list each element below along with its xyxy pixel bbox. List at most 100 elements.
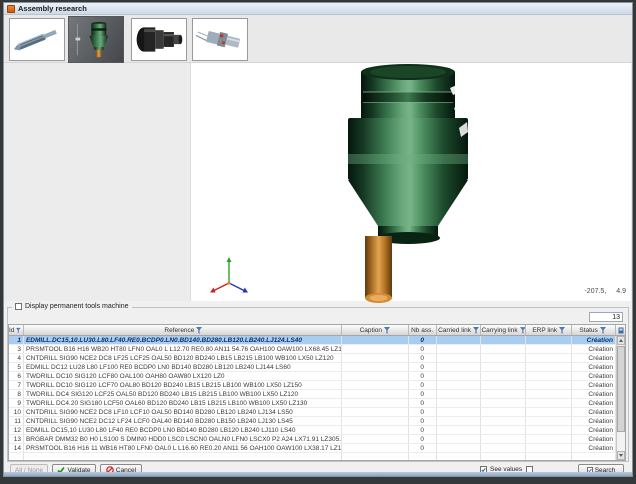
checkbox-unchecked-icon[interactable] bbox=[15, 303, 22, 310]
cell-reference: CNTDRILL SIG90 NCE2 DC8 LF25 LCF25 OAL50… bbox=[24, 354, 342, 362]
cell-caption bbox=[342, 417, 409, 425]
cell-status: Création bbox=[572, 345, 616, 353]
chuck-preview-icon bbox=[132, 19, 186, 60]
cell-nb-ass: 0 bbox=[409, 426, 437, 434]
arrow-down-icon bbox=[619, 454, 623, 457]
cell-erp-link bbox=[526, 336, 572, 344]
cell-nb-ass: 0 bbox=[409, 399, 437, 407]
cell-nb-ass: 0 bbox=[409, 345, 437, 353]
arrow-up-icon bbox=[619, 339, 623, 342]
table-row[interactable]: 7 TWDRILL DC10 SIG120 LCF70 OAL80 BD120 … bbox=[9, 381, 616, 390]
cursor-coordinates: -207.5, 4.9 bbox=[584, 288, 626, 295]
cell-status: Création bbox=[572, 435, 616, 443]
table-row[interactable]: 10 CNTDRILL SIG90 NCE2 DC8 LF10 LCF10 OA… bbox=[9, 408, 616, 417]
cell-carried-link bbox=[437, 426, 482, 434]
cell-id: 1 bbox=[9, 336, 24, 344]
column-header-erp-link[interactable]: ERP link bbox=[526, 325, 572, 335]
cell-carrying-link bbox=[481, 444, 526, 452]
vertical-scrollbar[interactable] bbox=[616, 336, 625, 460]
cell-caption bbox=[342, 372, 409, 380]
table-row[interactable]: 13 BRGBAR DMM32 B0 H0 LS100 S DMIN0 HDD0… bbox=[9, 435, 616, 444]
app-icon bbox=[7, 5, 15, 13]
column-options-button[interactable] bbox=[616, 325, 625, 335]
scroll-down-button[interactable] bbox=[617, 451, 625, 460]
scrollbar-thumb[interactable] bbox=[617, 346, 625, 432]
cell-erp-link bbox=[526, 435, 572, 443]
column-header-nb-ass[interactable]: Nb ass. bbox=[409, 325, 437, 335]
cell-carrying-link bbox=[481, 363, 526, 371]
filter-icon[interactable] bbox=[559, 327, 565, 334]
column-options-icon bbox=[618, 327, 624, 334]
table-row[interactable]: 1 EDMILL.DC15,10.LU30.L80.LF40.RE0.BCDP0… bbox=[9, 336, 616, 345]
cell-nb-ass: 0 bbox=[409, 363, 437, 371]
cell-nb-ass: 0 bbox=[409, 354, 437, 362]
thumbnail-metal-assembly-tool[interactable] bbox=[192, 18, 248, 61]
thumbnail-green-tool-holder[interactable] bbox=[68, 16, 124, 63]
column-header-caption[interactable]: Caption bbox=[342, 325, 409, 335]
table-row[interactable]: 9 TWDRILL DC4.20 SIG180 LCF50 OAL60 BD12… bbox=[9, 399, 616, 408]
cell-id: 10 bbox=[9, 408, 24, 416]
cell-carried-link bbox=[437, 417, 482, 425]
filter-icon[interactable] bbox=[196, 327, 202, 334]
filter-icon[interactable] bbox=[520, 327, 526, 334]
cell-carried-link bbox=[437, 345, 482, 353]
filter-icon[interactable] bbox=[473, 327, 479, 334]
cell-id: 7 bbox=[9, 381, 24, 389]
bottom-resize-strip bbox=[4, 472, 632, 476]
cell-id: 8 bbox=[9, 390, 24, 398]
cell-caption bbox=[342, 426, 409, 434]
cell-caption bbox=[342, 336, 409, 344]
column-header-reference[interactable]: Reference bbox=[24, 325, 342, 335]
viewport-3d[interactable]: -207.5, 4.9 bbox=[190, 63, 631, 301]
display-permanent-tools-checkbox[interactable]: Display permanent tools machine bbox=[12, 303, 132, 310]
scroll-up-button[interactable] bbox=[617, 336, 625, 345]
coordinate-y: 4.9 bbox=[616, 288, 626, 295]
cell-carrying-link bbox=[481, 345, 526, 353]
filter-icon[interactable] bbox=[16, 327, 21, 334]
cell-carried-link bbox=[437, 354, 482, 362]
table-row[interactable]: 11 CNTDRILL SIG90 NCE2 DC12 LF24 LCF0 OA… bbox=[9, 417, 616, 426]
thumbnail-dark-chuck-tool[interactable] bbox=[131, 18, 187, 61]
cell-status: Création bbox=[572, 390, 616, 398]
holder-preview-icon bbox=[69, 17, 123, 62]
cell-status: Création bbox=[572, 372, 616, 380]
cell-carrying-link bbox=[481, 372, 526, 380]
cell-nb-ass: 0 bbox=[409, 408, 437, 416]
table-row[interactable]: 5 EDMILL DC12 LU28 L80 LF100 RE0 BCDP0 L… bbox=[9, 363, 616, 372]
cell-erp-link bbox=[526, 426, 572, 434]
cell-carrying-link bbox=[481, 408, 526, 416]
cell-carried-link bbox=[437, 381, 482, 389]
cell-status: Création bbox=[572, 354, 616, 362]
column-header-carrying-link[interactable]: Carrying link bbox=[481, 325, 526, 335]
cell-erp-link bbox=[526, 453, 572, 460]
filter-icon[interactable] bbox=[600, 327, 606, 334]
table-row[interactable]: 12 EDMILL DC15,10 LU30 L80 LF40 RE0 BCDP… bbox=[9, 426, 616, 435]
column-header-id[interactable]: Id bbox=[9, 325, 24, 335]
cell-status: Création bbox=[572, 417, 616, 425]
table-row[interactable]: 4 CNTDRILL SIG90 NCE2 DC8 LF25 LCF25 OAL… bbox=[9, 354, 616, 363]
cell-caption bbox=[342, 381, 409, 389]
cell-carrying-link bbox=[481, 426, 526, 434]
cell-id: 5 bbox=[9, 363, 24, 371]
cell-caption bbox=[342, 435, 409, 443]
cell-reference: TWDRILL DC4.20 SIG180 LCF50 OAL60 BD120 … bbox=[24, 399, 342, 407]
cell-carrying-link bbox=[481, 336, 526, 344]
drill-preview-icon bbox=[10, 19, 64, 60]
tool-holder-3d-model bbox=[278, 58, 538, 308]
cell-status: Création bbox=[572, 399, 616, 407]
column-header-status[interactable]: Status bbox=[572, 325, 616, 335]
table-row[interactable]: 3 PRSMTOOL B16 H16 WB20 HT80 LFN0 OAL0 L… bbox=[9, 345, 616, 354]
cell-caption bbox=[342, 363, 409, 371]
cell-reference: PRSMTOOL B16 H16 WB20 HT80 LFN0 OAL0 L L… bbox=[24, 345, 342, 353]
column-header-carried-link[interactable]: Carried link bbox=[437, 325, 482, 335]
table-row[interactable]: 6 TWDRILL DC10 SIG120 LCF80 OAL100 OAH80… bbox=[9, 372, 616, 381]
cell-caption bbox=[342, 444, 409, 452]
cell-carrying-link bbox=[481, 390, 526, 398]
thumbnail-drill-tool[interactable] bbox=[9, 18, 65, 61]
table-row[interactable]: 8 TWDRILL DC4 SIG120 LCF25 OAL50 BD120 B… bbox=[9, 390, 616, 399]
cell-nb-ass: 0 bbox=[409, 435, 437, 443]
table-row[interactable]: 14 PRSMTOOL B16 H16 11 WB16 HT80 LFN0 OA… bbox=[9, 444, 616, 453]
cell-reference: EDMILL DC12 LU28 L80 LF100 RE0 BCDP0 LN0… bbox=[24, 363, 342, 371]
tools-table: Id Reference Caption Nb ass. bbox=[8, 324, 626, 461]
filter-icon[interactable] bbox=[384, 327, 390, 334]
